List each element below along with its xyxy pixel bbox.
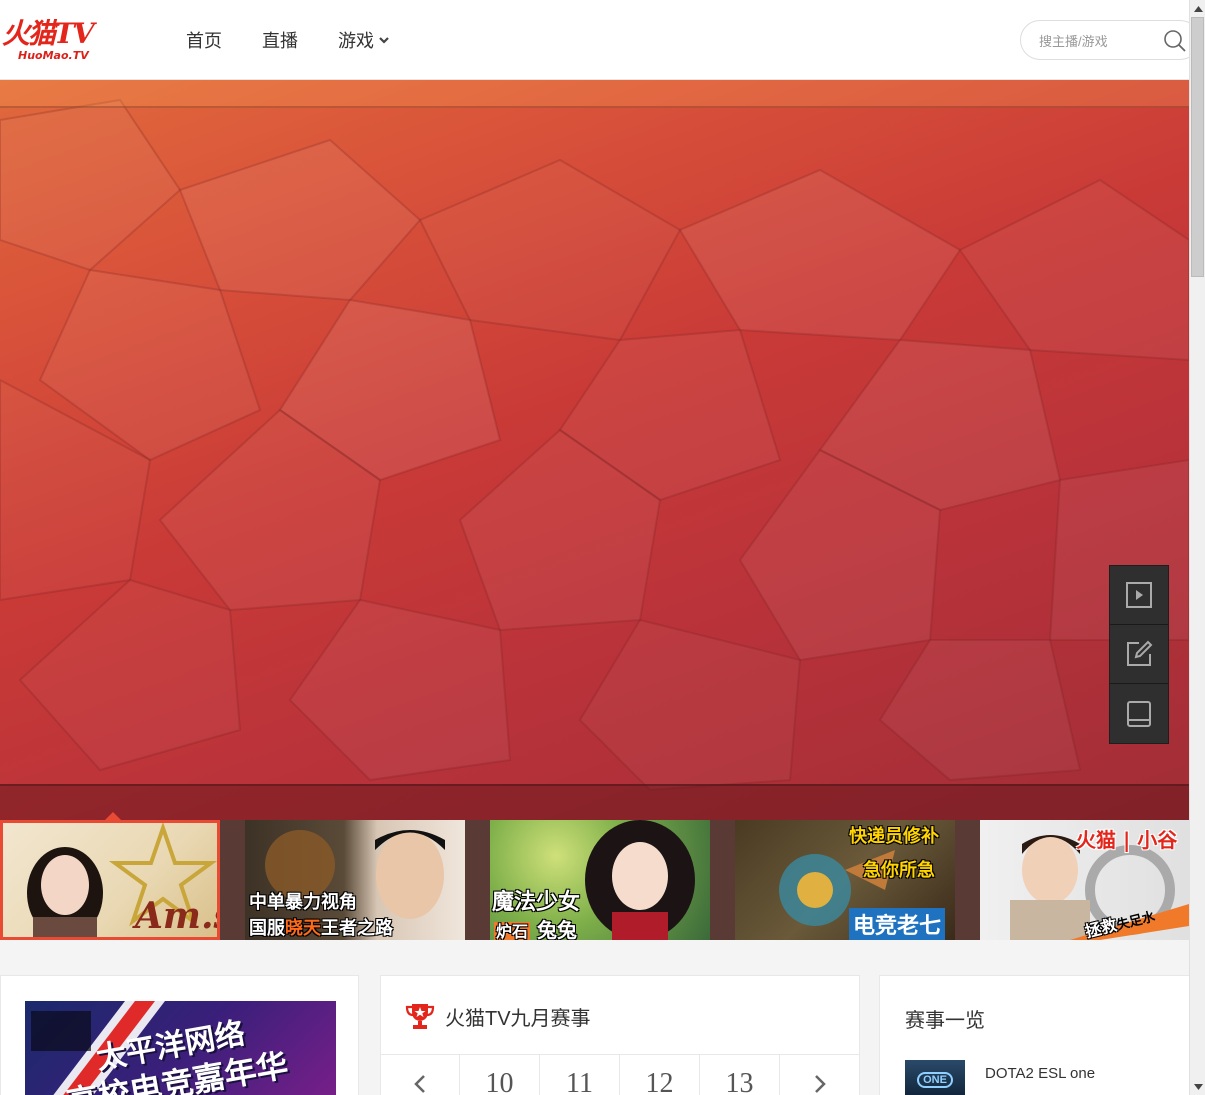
thumbnail-caption: Am.s <box>135 895 217 937</box>
polygon-pattern <box>0 98 1189 792</box>
vertical-scrollbar[interactable] <box>1189 0 1205 1095</box>
thumbnail-caption-2: 急你所急 <box>863 860 935 881</box>
arrow-down-icon <box>1193 1083 1203 1090</box>
thumbnail-caption-1: 火猫 | 小谷 <box>1076 828 1178 852</box>
next-date-button[interactable] <box>780 1055 859 1095</box>
events-panel: 赛事一览 ONE DOTA2 ESL one <box>879 975 1199 1095</box>
date-item[interactable]: 12 <box>620 1055 700 1095</box>
thumbnail-caption-3: 电竞老七 <box>849 908 946 940</box>
nav-home[interactable]: 首页 <box>186 27 222 53</box>
side-toolbar <box>1109 565 1169 744</box>
trophy-icon <box>405 1004 435 1029</box>
caption-part-a: 炉石 <box>494 922 531 940</box>
date-item[interactable]: 13 <box>700 1055 780 1095</box>
chevron-right-icon <box>814 1075 826 1093</box>
chevron-left-icon <box>414 1075 425 1093</box>
search-input[interactable] <box>1039 30 1149 52</box>
thumbnail-caption-1: 魔法少女 <box>492 889 581 915</box>
caption-part-c: 王者之路 <box>321 918 393 939</box>
scroll-up-button[interactable] <box>1190 0 1205 17</box>
caption-part-b: 晓天 <box>285 918 321 939</box>
date-item[interactable]: 11 <box>540 1055 620 1095</box>
event-logo-text: ONE <box>917 1072 953 1088</box>
event-item[interactable]: ONE DOTA2 ESL one <box>905 1060 1095 1095</box>
page: 火猫TV HuoMao.TV 首页 直播 游戏 搜主播/游戏 Am. 中单暴力视… <box>0 0 1205 1095</box>
hero-top-band <box>0 80 1189 108</box>
edit-icon <box>1127 640 1153 666</box>
event-logo: ONE <box>905 1060 965 1095</box>
play-icon <box>1126 582 1152 608</box>
stream-thumbnail-strip: Am.s 中单暴力视角 国服晓天王者之路 魔法少女 炉石 兔兔 <box>0 820 1189 940</box>
stream-thumbnail-1[interactable]: Am.s <box>0 820 220 940</box>
schedule-header: 火猫TV九月赛事 <box>405 1001 591 1031</box>
huomao-logo[interactable]: 火猫TV HuoMao.TV <box>2 18 112 66</box>
main-nav: 首页 直播 游戏 <box>166 0 410 80</box>
arrow-up-icon <box>1193 5 1203 12</box>
promo-panel: 太平洋网络 高校电竞嘉年华 <box>0 975 359 1095</box>
thumbnail-caption-2: 国服晓天王者之路 <box>249 914 393 940</box>
logo-en: HuoMao.TV <box>18 49 89 62</box>
chevron-down-icon <box>379 37 389 44</box>
stream-thumbnail-2[interactable]: 中单暴力视角 国服晓天王者之路 <box>245 820 465 940</box>
promo-banner[interactable]: 太平洋网络 高校电竞嘉年华 <box>25 1001 336 1095</box>
logo-cn: 火猫TV <box>2 17 95 50</box>
play-tool-button[interactable] <box>1110 566 1168 625</box>
search-box <box>1020 20 1200 60</box>
thumbnail-caption-2: 炉石 兔兔 <box>494 914 577 940</box>
nav-games[interactable]: 游戏 <box>338 27 390 53</box>
hero-background <box>0 80 1189 820</box>
stream-thumbnail-4[interactable]: 快递员修补 急你所急 电竞老七 <box>735 820 955 940</box>
nav-games-label: 游戏 <box>338 31 374 51</box>
nav-live[interactable]: 直播 <box>262 27 298 53</box>
top-header: 火猫TV HuoMao.TV 首页 直播 游戏 <box>0 0 1200 80</box>
schedule-title: 火猫TV九月赛事 <box>445 1007 591 1030</box>
caption-part-b: 兔兔 <box>536 918 577 940</box>
caption-part-a: 国服 <box>249 918 285 939</box>
scroll-down-button[interactable] <box>1190 1078 1205 1095</box>
scroll-thumb[interactable] <box>1191 17 1204 277</box>
thumbnail-caption-1: 快递员修补 <box>849 826 939 847</box>
date-selector: 10 11 12 13 <box>381 1054 859 1095</box>
stream-thumbnail-5[interactable]: 火猫 | 小谷 拯救失足水 <box>980 820 1189 940</box>
event-name: DOTA2 ESL one <box>985 1065 1096 1082</box>
stream-thumbnail-3[interactable]: 魔法少女 炉石 兔兔 <box>490 820 710 940</box>
hero-bottom-band <box>0 784 1189 820</box>
schedule-panel: 火猫TV九月赛事 10 11 12 13 <box>380 975 860 1095</box>
date-item[interactable]: 10 <box>460 1055 540 1095</box>
tablet-icon <box>1127 700 1151 727</box>
events-title: 赛事一览 <box>905 1010 985 1032</box>
search-icon[interactable] <box>1163 29 1187 53</box>
active-thumbnail-indicator <box>105 812 121 820</box>
prev-date-button[interactable] <box>381 1055 460 1095</box>
edit-tool-button[interactable] <box>1110 625 1168 684</box>
thumbnail-caption-1: 中单暴力视角 <box>249 892 357 913</box>
tablet-tool-button[interactable] <box>1110 684 1168 743</box>
